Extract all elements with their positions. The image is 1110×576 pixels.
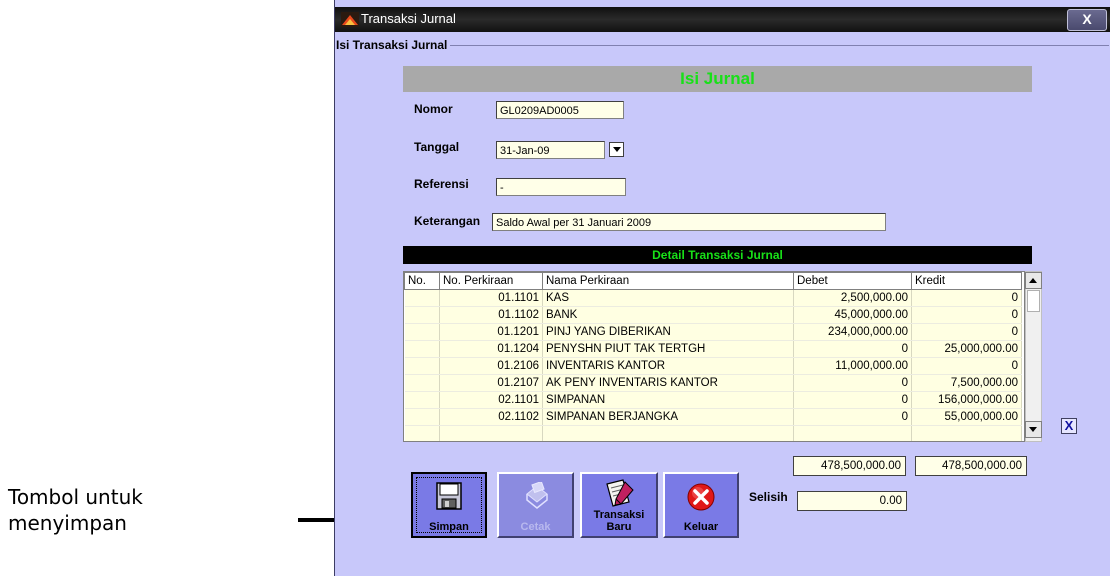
date-dropdown-button[interactable] bbox=[609, 142, 624, 157]
cell-nama-perkiraan[interactable]: INVENTARIS KANTOR bbox=[542, 357, 794, 375]
window-title: Transaksi Jurnal bbox=[361, 11, 456, 26]
detail-header: Detail Transaksi Jurnal bbox=[403, 246, 1032, 264]
table-row[interactable]: 01.2107 AK PENY INVENTARIS KANTOR 0 7,50… bbox=[404, 374, 1022, 392]
transaksi-baru-line-1: Transaksi bbox=[593, 509, 645, 521]
cetak-button[interactable]: Cetak bbox=[497, 472, 574, 538]
cell-no[interactable] bbox=[404, 408, 440, 426]
transaksi-baru-line-2: Baru bbox=[606, 521, 632, 533]
cell-no-perkiraan[interactable]: 01.1201 bbox=[439, 323, 543, 341]
annotation-line-1: Tombol untuk bbox=[8, 485, 143, 509]
annotation-text: Tombol untuk menyimpan bbox=[8, 484, 208, 536]
cell-kredit[interactable]: 0 bbox=[911, 357, 1022, 375]
scroll-down-button[interactable] bbox=[1025, 421, 1042, 438]
cell-no-perkiraan[interactable]: 02.1101 bbox=[439, 391, 543, 409]
cetak-label: Cetak bbox=[520, 521, 551, 533]
col-no[interactable]: No. bbox=[404, 272, 440, 290]
annotation-line-2: menyimpan bbox=[8, 511, 127, 535]
cell-no[interactable] bbox=[404, 374, 440, 392]
table-row[interactable] bbox=[404, 425, 1022, 441]
cell-nama-perkiraan[interactable]: PINJ YANG DIBERIKAN bbox=[542, 323, 794, 341]
title-bar: Transaksi Jurnal X bbox=[335, 7, 1110, 32]
cell-no[interactable] bbox=[404, 323, 440, 341]
cell-kredit[interactable]: 25,000,000.00 bbox=[911, 340, 1022, 358]
nomor-field[interactable]: GL0209AD0005 bbox=[496, 101, 624, 119]
cell-kredit[interactable]: 55,000,000.00 bbox=[911, 408, 1022, 426]
printer-icon bbox=[525, 482, 548, 509]
cell-no-perkiraan[interactable]: 01.2106 bbox=[439, 357, 543, 375]
transaksi-jurnal-window: Transaksi Jurnal X Isi Transaksi Jurnal … bbox=[334, 0, 1110, 576]
cell-no[interactable] bbox=[404, 340, 440, 358]
cell-kredit[interactable]: 156,000,000.00 bbox=[911, 391, 1022, 409]
cell-nama-perkiraan[interactable]: KAS bbox=[542, 289, 794, 307]
table-row[interactable]: 02.1102 SIMPANAN BERJANGKA 0 55,000,000.… bbox=[404, 408, 1022, 426]
cell-kredit[interactable]: 7,500,000.00 bbox=[911, 374, 1022, 392]
cell-kredit[interactable]: 0 bbox=[911, 289, 1022, 307]
cell-debet[interactable]: 11,000,000.00 bbox=[793, 357, 912, 375]
cell-no-perkiraan[interactable]: 01.2107 bbox=[439, 374, 543, 392]
exit-icon bbox=[687, 483, 715, 511]
table-row[interactable]: 02.1101 SIMPANAN 0 156,000,000.00 bbox=[404, 391, 1022, 409]
cell-no-perkiraan[interactable]: 01.1204 bbox=[439, 340, 543, 358]
col-kredit[interactable]: Kredit bbox=[911, 272, 1022, 290]
cell-nama-perkiraan[interactable]: AK PENY INVENTARIS KANTOR bbox=[542, 374, 794, 392]
referensi-field[interactable]: - bbox=[496, 178, 626, 196]
group-label: Isi Transaksi Jurnal bbox=[335, 38, 451, 52]
table-row[interactable]: 01.1201 PINJ YANG DIBERIKAN 234,000,000.… bbox=[404, 323, 1022, 341]
keluar-label: Keluar bbox=[683, 521, 719, 533]
total-debet: 478,500,000.00 bbox=[793, 456, 906, 476]
keterangan-field[interactable]: Saldo Awal per 31 Januari 2009 bbox=[492, 213, 886, 231]
table-row[interactable]: 01.1204 PENYSHN PIUT TAK TERTGH 0 25,000… bbox=[404, 340, 1022, 358]
transaksi-baru-label: Transaksi Baru bbox=[582, 509, 656, 533]
cell-kredit[interactable]: 0 bbox=[911, 306, 1022, 324]
table-row[interactable]: 01.1101 KAS 2,500,000.00 0 bbox=[404, 289, 1022, 307]
cell-no-perkiraan[interactable]: 01.1101 bbox=[439, 289, 543, 307]
cell-nama-perkiraan[interactable]: PENYSHN PIUT TAK TERTGH bbox=[542, 340, 794, 358]
total-kredit: 478,500,000.00 bbox=[915, 456, 1027, 476]
new-document-icon bbox=[606, 479, 634, 507]
tanggal-field[interactable]: 31-Jan-09 bbox=[496, 141, 605, 159]
col-nama-perkiraan[interactable]: Nama Perkiraan bbox=[542, 272, 794, 290]
keluar-button[interactable]: Keluar bbox=[663, 472, 739, 538]
grid-header-row: No. No. Perkiraan Nama Perkiraan Debet K… bbox=[404, 272, 1022, 290]
cell-debet[interactable]: 2,500,000.00 bbox=[793, 289, 912, 307]
cell-nama-perkiraan[interactable]: SIMPANAN bbox=[542, 391, 794, 409]
simpan-button[interactable]: Simpan bbox=[411, 472, 487, 538]
scroll-thumb[interactable] bbox=[1027, 290, 1040, 312]
col-debet[interactable]: Debet bbox=[793, 272, 912, 290]
keterangan-label: Keterangan bbox=[414, 214, 481, 228]
col-no-perkiraan[interactable]: No. Perkiraan bbox=[439, 272, 543, 290]
delete-row-button[interactable]: X bbox=[1061, 418, 1077, 434]
close-button[interactable]: X bbox=[1067, 9, 1107, 31]
cell-debet[interactable]: 45,000,000.00 bbox=[793, 306, 912, 324]
selisih-field: 0.00 bbox=[797, 491, 907, 511]
tanggal-label: Tanggal bbox=[414, 140, 460, 154]
cell-debet[interactable]: 234,000,000.00 bbox=[793, 323, 912, 341]
table-row[interactable]: 01.2106 INVENTARIS KANTOR 11,000,000.00 … bbox=[404, 357, 1022, 375]
form-header: Isi Jurnal bbox=[403, 66, 1032, 92]
cell-nama-perkiraan[interactable]: SIMPANAN BERJANGKA bbox=[542, 408, 794, 426]
cell-kredit[interactable]: 0 bbox=[911, 323, 1022, 341]
nomor-label: Nomor bbox=[414, 102, 453, 116]
simpan-label: Simpan bbox=[429, 521, 469, 533]
cell-no-perkiraan[interactable]: 01.1102 bbox=[439, 306, 543, 324]
transaksi-baru-button[interactable]: Transaksi Baru bbox=[580, 472, 658, 538]
referensi-label: Referensi bbox=[414, 177, 469, 191]
selisih-label: Selisih bbox=[749, 490, 788, 504]
cell-no[interactable] bbox=[404, 289, 440, 307]
cell-no-perkiraan[interactable]: 02.1102 bbox=[439, 408, 543, 426]
app-icon bbox=[341, 12, 359, 27]
journal-detail-grid[interactable]: No. No. Perkiraan Nama Perkiraan Debet K… bbox=[403, 271, 1025, 442]
cell-debet[interactable]: 0 bbox=[793, 340, 912, 358]
cell-no[interactable] bbox=[404, 357, 440, 375]
cell-debet[interactable]: 0 bbox=[793, 408, 912, 426]
table-row[interactable]: 01.1102 BANK 45,000,000.00 0 bbox=[404, 306, 1022, 324]
scroll-up-button[interactable] bbox=[1025, 272, 1042, 289]
cell-nama-perkiraan[interactable]: BANK bbox=[542, 306, 794, 324]
cell-debet[interactable]: 0 bbox=[793, 374, 912, 392]
cell-no[interactable] bbox=[404, 391, 440, 409]
cell-debet[interactable]: 0 bbox=[793, 391, 912, 409]
cell-no[interactable] bbox=[404, 306, 440, 324]
floppy-disk-icon bbox=[436, 482, 462, 510]
group-frame-line bbox=[339, 45, 1109, 46]
